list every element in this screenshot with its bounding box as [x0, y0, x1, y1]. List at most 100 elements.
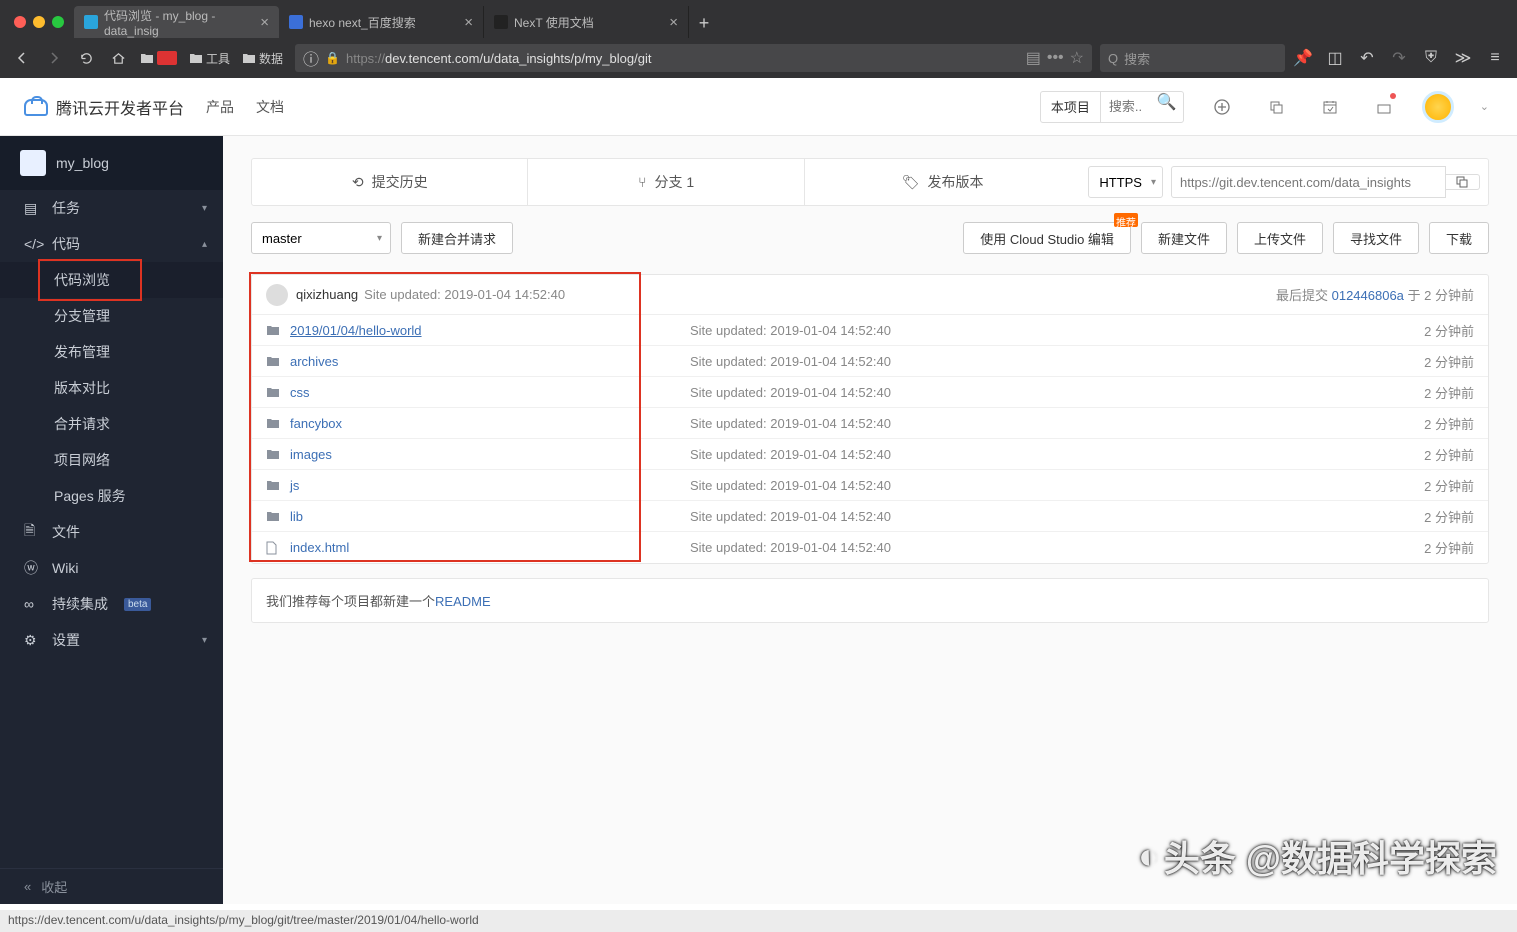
- upload-button[interactable]: 上传文件: [1237, 222, 1323, 254]
- sidebar-item-branch[interactable]: 分支管理: [0, 298, 223, 334]
- redo-icon[interactable]: ↷: [1385, 44, 1413, 72]
- reload-button[interactable]: [72, 44, 100, 72]
- file-row[interactable]: 2019/01/04/hello-worldSite updated: 2019…: [252, 315, 1488, 346]
- file-row[interactable]: libSite updated: 2019-01-04 14:52:402 分钟…: [252, 501, 1488, 532]
- notification-icon[interactable]: [1368, 91, 1400, 123]
- sidebar-item-ci[interactable]: ∞ 持续集成 beta: [0, 586, 223, 622]
- last-commit-row[interactable]: qixizhuang Site updated: 2019-01-04 14:5…: [252, 275, 1488, 315]
- user-menu-caret-icon[interactable]: ⌄: [1476, 100, 1493, 113]
- clone-url-input[interactable]: [1171, 166, 1446, 198]
- file-row[interactable]: archivesSite updated: 2019-01-04 14:52:4…: [252, 346, 1488, 377]
- window-controls[interactable]: [8, 16, 74, 38]
- sidebar-item-tasks[interactable]: ▤ 任务 ▾: [0, 190, 223, 226]
- file-name[interactable]: archives: [290, 354, 690, 369]
- reader-icon[interactable]: ▤: [1026, 48, 1041, 68]
- sidebar-item-settings[interactable]: ⚙ 设置 ▾: [0, 622, 223, 658]
- file-row[interactable]: jsSite updated: 2019-01-04 14:52:402 分钟前: [252, 470, 1488, 501]
- address-bar[interactable]: ⓘ 🔒 https://dev.tencent.com/u/data_insig…: [295, 44, 1092, 72]
- file-row[interactable]: cssSite updated: 2019-01-04 14:52:402 分钟…: [252, 377, 1488, 408]
- bookmark-star-icon[interactable]: ☆: [1070, 48, 1084, 68]
- browser-tab-2[interactable]: NexT 使用文档 ×: [484, 6, 689, 38]
- new-mr-button[interactable]: 新建合并请求: [401, 222, 513, 254]
- bookmark-tools[interactable]: 工具: [185, 48, 234, 69]
- tab-history[interactable]: ⟲提交历史: [252, 159, 528, 205]
- tab-branch[interactable]: ⑂分支 1: [528, 159, 804, 205]
- new-tab-button[interactable]: +: [689, 8, 719, 38]
- url-text: https://dev.tencent.com/u/data_insights/…: [346, 51, 1020, 66]
- sidebar-item-files[interactable]: 🗎 文件: [0, 514, 223, 550]
- clone-proto-select[interactable]: HTTPS: [1088, 166, 1163, 198]
- avatar[interactable]: [1422, 91, 1454, 123]
- sidebar-item-release[interactable]: 发布管理: [0, 334, 223, 370]
- forward-button[interactable]: [40, 44, 68, 72]
- file-row[interactable]: imagesSite updated: 2019-01-04 14:52:402…: [252, 439, 1488, 470]
- menu-icon[interactable]: ≡: [1481, 44, 1509, 72]
- bookmark-folder[interactable]: [136, 49, 181, 67]
- scope-label[interactable]: 本项目: [1041, 92, 1101, 122]
- copy-button[interactable]: [1446, 174, 1480, 190]
- nav-product[interactable]: 产品: [206, 97, 234, 117]
- project-header[interactable]: my_blog: [0, 136, 223, 190]
- file-name[interactable]: 2019/01/04/hello-world: [290, 323, 690, 338]
- find-file-button[interactable]: 寻找文件: [1333, 222, 1419, 254]
- collapse-icon: «: [24, 879, 31, 894]
- file-row[interactable]: index.htmlSite updated: 2019-01-04 14:52…: [252, 532, 1488, 563]
- watermark: ◐ 头条 @数据科学探索: [1138, 830, 1497, 882]
- nav-docs[interactable]: 文档: [256, 97, 284, 117]
- shield-icon[interactable]: ⛨: [1417, 44, 1445, 72]
- home-button[interactable]: [104, 44, 132, 72]
- overflow-icon[interactable]: ≫: [1449, 44, 1477, 72]
- calendar-icon[interactable]: [1314, 91, 1346, 123]
- tab-close-icon[interactable]: ×: [260, 14, 269, 31]
- sidebar-item-wiki[interactable]: ⓦ Wiki: [0, 550, 223, 586]
- bookmark-data[interactable]: 数据: [238, 48, 287, 69]
- readme-link[interactable]: README: [435, 594, 491, 609]
- search-icon: Q: [1108, 51, 1118, 66]
- sidebar-item-mr[interactable]: 合并请求: [0, 406, 223, 442]
- site-info-icon[interactable]: ⓘ: [303, 46, 319, 70]
- sidebar-item-diff[interactable]: 版本对比: [0, 370, 223, 406]
- search-box[interactable]: Q 搜索: [1100, 44, 1285, 72]
- maximize-window-icon[interactable]: [52, 16, 64, 28]
- create-button[interactable]: [1206, 91, 1238, 123]
- search-scope[interactable]: 本项目 🔍: [1040, 91, 1184, 123]
- file-name[interactable]: fancybox: [290, 416, 690, 431]
- brand-logo[interactable]: 腾讯云开发者平台: [24, 95, 184, 119]
- tab-close-icon[interactable]: ×: [669, 14, 678, 31]
- file-name[interactable]: images: [290, 447, 690, 462]
- project-icon: [20, 150, 46, 176]
- undo-icon[interactable]: ↶: [1353, 44, 1381, 72]
- more-icon[interactable]: •••: [1047, 49, 1064, 67]
- file-name[interactable]: css: [290, 385, 690, 400]
- minimize-window-icon[interactable]: [33, 16, 45, 28]
- gear-icon: ⚙: [24, 632, 40, 648]
- pin-icon[interactable]: 📌: [1289, 44, 1317, 72]
- tab-release[interactable]: 🏷发布版本: [805, 159, 1080, 205]
- cloud-studio-button[interactable]: 使用 Cloud Studio 编辑: [963, 222, 1131, 254]
- sidebar-icon[interactable]: ◫: [1321, 44, 1349, 72]
- header-search-input[interactable]: [1101, 92, 1151, 122]
- sidebar-item-pages[interactable]: Pages 服务: [0, 478, 223, 514]
- file-commit-msg: Site updated: 2019-01-04 14:52:40: [690, 478, 1424, 493]
- file-name[interactable]: js: [290, 478, 690, 493]
- download-button[interactable]: 下载: [1429, 222, 1489, 254]
- file-commit-msg: Site updated: 2019-01-04 14:52:40: [690, 354, 1424, 369]
- file-row[interactable]: fancyboxSite updated: 2019-01-04 14:52:4…: [252, 408, 1488, 439]
- branch-select[interactable]: master: [251, 222, 391, 254]
- sidebar-item-code[interactable]: </> 代码 ▴: [0, 226, 223, 262]
- file-time: 2 分钟前: [1424, 352, 1474, 371]
- browser-tab-1[interactable]: hexo next_百度搜索 ×: [279, 6, 484, 38]
- file-name[interactable]: index.html: [290, 540, 690, 555]
- file-name[interactable]: lib: [290, 509, 690, 524]
- new-file-button[interactable]: 新建文件: [1141, 222, 1227, 254]
- tab-close-icon[interactable]: ×: [464, 14, 473, 31]
- sidebar-item-code-browse[interactable]: 代码浏览: [0, 262, 223, 298]
- back-button[interactable]: [8, 44, 36, 72]
- folder-icon: [266, 448, 282, 460]
- search-icon[interactable]: 🔍: [1151, 92, 1183, 122]
- copy-icon[interactable]: [1260, 91, 1292, 123]
- close-window-icon[interactable]: [14, 16, 26, 28]
- sidebar-item-network[interactable]: 项目网络: [0, 442, 223, 478]
- sidebar-collapse[interactable]: « 收起: [0, 868, 223, 904]
- browser-tab-0[interactable]: 代码浏览 - my_blog - data_insig ×: [74, 6, 279, 38]
